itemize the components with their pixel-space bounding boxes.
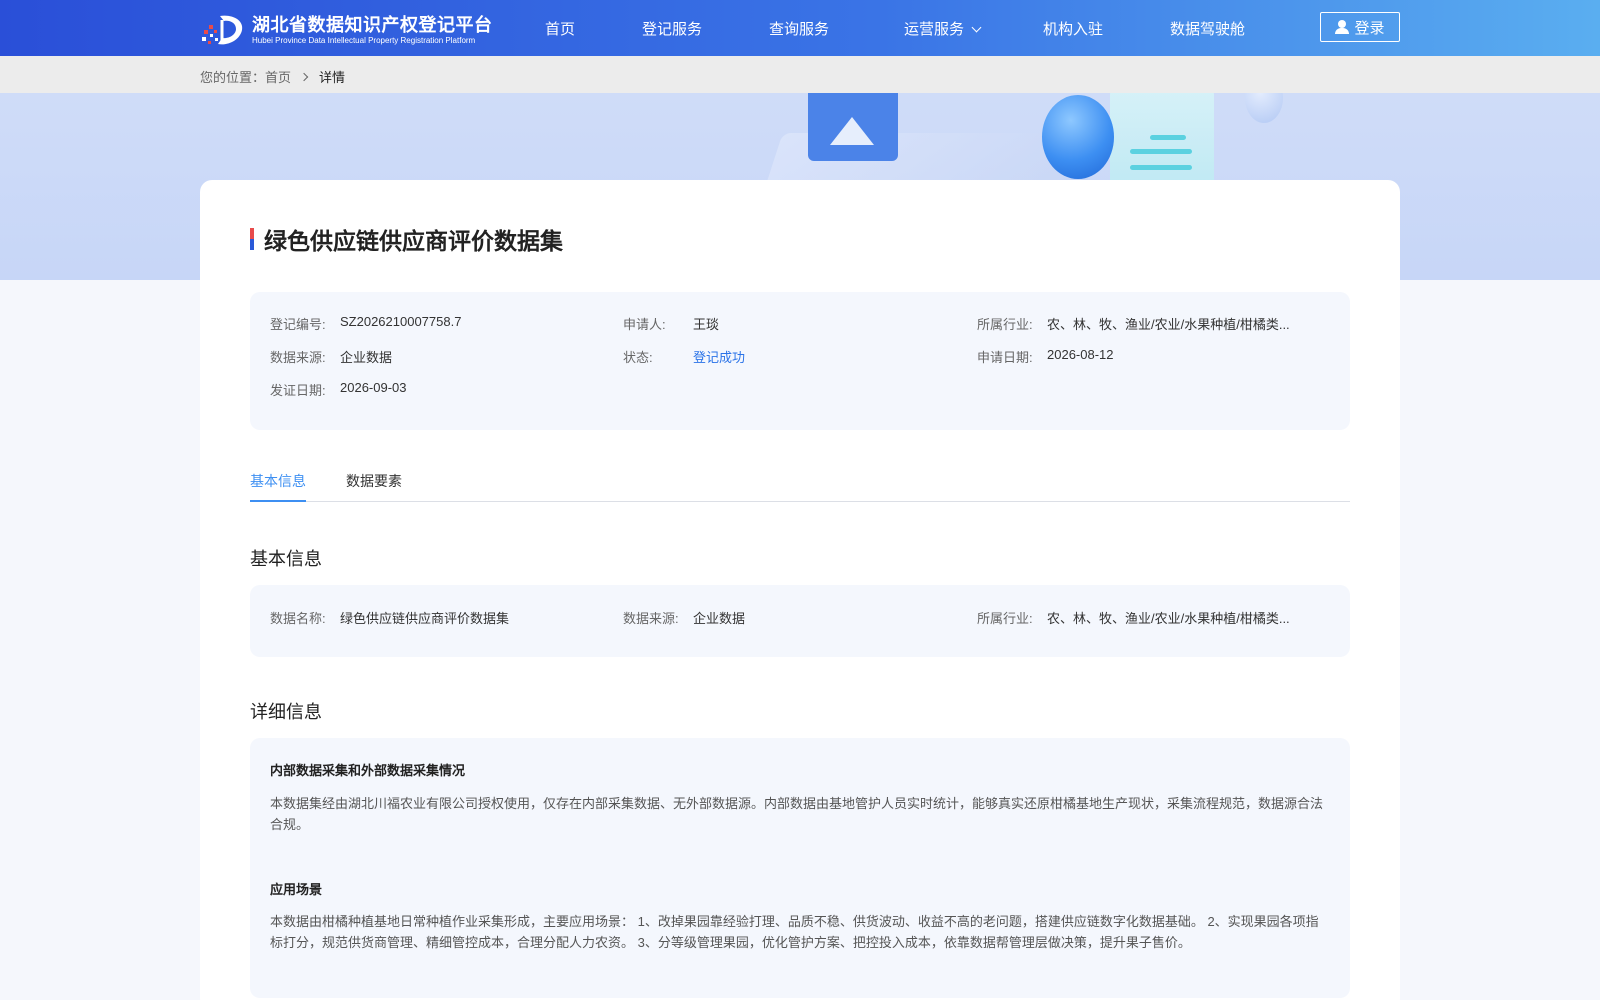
meta-reg-no-value: SZ2026210007758.7 [340,314,462,329]
nav-query-service[interactable]: 查询服务 [769,18,829,39]
detail-card: 绿色供应链供应商评价数据集 登记编号: SZ2026210007758.7 申请… [200,180,1400,1000]
basic-source-label: 数据来源: [623,611,679,626]
logo-title: 湖北省数据知识产权登记平台 [252,14,493,35]
breadcrumb-current: 详情 [319,70,346,85]
meta-status: 状态: 登记成功 [623,347,745,366]
basic-industry-value: 农、林、牧、渔业/农业/水果种植/柑橘类... [1047,611,1290,626]
meta-summary: 登记编号: SZ2026210007758.7 申请人: 王琰 所属行业: 农、… [250,292,1350,430]
tab-basic-info[interactable]: 基本信息 [250,471,306,491]
page-title: 绿色供应链供应商评价数据集 [264,228,563,254]
collection-heading: 内部数据采集和外部数据采集情况 [270,763,466,778]
banner-plate-decoration [1245,93,1283,123]
title-accent-icon [250,228,254,250]
meta-apply-date-label: 申请日期: [977,350,1033,365]
detailed-info-box: 内部数据采集和外部数据采集情况 本数据集经由湖北川福农业有限公司授权使用，仅存在… [250,738,1350,998]
meta-source-value: 企业数据 [340,350,393,365]
login-button[interactable]: 登录 [1320,12,1400,42]
top-header: 湖北省数据知识产权登记平台 Hubei Province Data Intell… [0,0,1600,56]
meta-reg-no-label: 登记编号: [270,317,326,332]
meta-source-label: 数据来源: [270,350,326,365]
meta-apply-date: 申请日期: 2026-08-12 [977,347,1114,366]
meta-status-label: 状态: [623,350,653,365]
logo-emblem-icon [200,12,246,48]
meta-issue-date: 发证日期: 2026-09-03 [270,380,407,399]
chevron-right-icon [299,72,309,81]
active-tab-indicator [250,500,306,502]
basic-name: 数据名称: 绿色供应链供应商评价数据集 [270,608,509,627]
banner-sphere-decoration [1042,95,1114,179]
basic-info-box: 数据名称: 绿色供应链供应商评价数据集 数据来源: 企业数据 所属行业: 农、林… [250,585,1350,657]
login-label: 登录 [1354,19,1385,37]
basic-name-value: 绿色供应链供应商评价数据集 [340,611,510,626]
section-title-detailed: 详细信息 [250,702,322,722]
meta-industry-value: 农、林、牧、渔业/农业/水果种植/柑橘类... [1047,317,1290,332]
basic-industry: 所属行业: 农、林、牧、渔业/农业/水果种植/柑橘类... [977,608,1290,627]
nav-data-cockpit[interactable]: 数据驾驶舱 [1170,18,1245,39]
breadcrumb-home[interactable]: 首页 [265,67,291,86]
section-title-basic: 基本信息 [250,549,322,569]
status-badge: 登记成功 [693,350,746,365]
basic-industry-label: 所属行业: [977,611,1033,626]
title-row: 绿色供应链供应商评价数据集 [250,222,563,256]
meta-apply-date-value: 2026-08-12 [1047,347,1114,362]
detail-tabs: 基本信息 数据要素 [250,462,1350,502]
meta-applicant-value: 王琰 [693,317,720,332]
site-logo[interactable]: 湖北省数据知识产权登记平台 Hubei Province Data Intell… [200,12,493,48]
breadcrumb: 您的位置： 首页 详情 [200,67,345,86]
meta-issue-date-value: 2026-09-03 [340,380,407,395]
meta-applicant: 申请人: 王琰 [623,314,719,333]
collection-text: 本数据集经由湖北川福农业有限公司授权使用，仅存在内部采集数据、无外部数据源。内部… [270,796,1324,832]
image-picture-icon [808,93,898,161]
scenario-text: 本数据由柑橘种植基地日常种植作业采集形成，主要应用场景： 1、改掉果园靠经验打理… [270,914,1319,950]
scenario-heading: 应用场景 [270,882,323,897]
breadcrumb-bar: 您的位置： 首页 详情 [0,56,1600,93]
meta-source: 数据来源: 企业数据 [270,347,392,366]
chevron-down-icon [971,22,982,33]
user-icon [1335,20,1350,34]
nav-institution-entry[interactable]: 机构入驻 [1043,18,1103,39]
meta-industry-label: 所属行业: [977,317,1033,332]
meta-applicant-label: 申请人: [623,317,666,332]
nav-registration-service[interactable]: 登记服务 [642,18,702,39]
meta-reg-no: 登记编号: SZ2026210007758.7 [270,314,461,333]
tab-data-elements[interactable]: 数据要素 [346,471,402,491]
meta-industry: 所属行业: 农、林、牧、渔业/农业/水果种植/柑橘类... [977,314,1290,333]
basic-name-label: 数据名称: [270,611,326,626]
basic-source-value: 企业数据 [693,611,746,626]
nav-operation-service[interactable]: 运营服务 [904,18,982,39]
logo-subtitle: Hubei Province Data Intellectual Propert… [252,35,476,45]
basic-source: 数据来源: 企业数据 [623,608,745,627]
meta-issue-date-label: 发证日期: [270,383,326,398]
nav-operation-service-label: 运营服务 [904,21,965,38]
breadcrumb-prefix: 您的位置： [200,70,266,85]
nav-home[interactable]: 首页 [545,18,575,39]
tab-basic-info-label: 基本信息 [250,473,306,489]
